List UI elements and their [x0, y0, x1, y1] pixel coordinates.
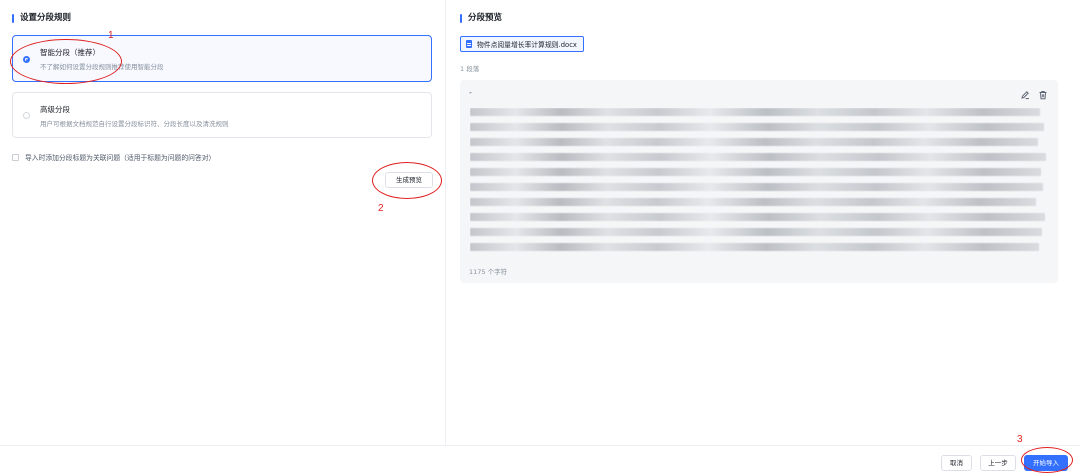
blurred-line	[470, 243, 1039, 251]
annotation-step-1: 1	[108, 30, 114, 41]
advanced-segment-desc: 用户可根据文档规范自行设置分段标识符、分段长度以及清洗规则	[40, 120, 229, 128]
blurred-line	[470, 153, 1046, 161]
advanced-segment-radio[interactable]	[23, 112, 30, 119]
annotation-circle-1	[10, 39, 122, 84]
segment-preview-title: 分段预览	[460, 13, 502, 24]
annotation-circle-2	[372, 162, 442, 199]
title-as-question-option[interactable]: 导入时添加分段标题为关联问题（适用于标题为问题的问答对）	[12, 152, 215, 162]
blurred-line	[470, 138, 1038, 146]
blurred-line	[470, 228, 1042, 236]
blurred-line	[470, 198, 1036, 206]
segment-preview-panel: 分段预览 物件点阅量增长率计算规则.docx 1 段落 - 1175 个字符	[446, 0, 1080, 445]
segment-rules-title: 设置分段规则	[12, 13, 71, 24]
file-tab[interactable]: 物件点阅量增长率计算规则.docx	[460, 36, 584, 52]
segment-card: - 1175 个字符	[460, 80, 1058, 283]
cancel-button[interactable]: 取消	[941, 455, 972, 471]
segment-heading: -	[469, 88, 472, 97]
title-as-question-label: 导入时添加分段标题为关联问题（适用于标题为问题的问答对）	[25, 154, 216, 162]
blurred-line	[470, 213, 1045, 221]
annotation-step-2: 2	[378, 203, 384, 214]
annotation-circle-3	[1021, 447, 1073, 473]
file-name: 物件点阅量增长率计算规则.docx	[477, 41, 577, 49]
blurred-line	[470, 108, 1040, 116]
segment-char-count: 1175 个字符	[469, 268, 508, 276]
delete-icon[interactable]	[1038, 90, 1048, 100]
segment-count: 1 段落	[460, 65, 480, 73]
previous-step-button[interactable]: 上一步	[980, 455, 1016, 471]
advanced-segment-option[interactable]: 高级分段 用户可根据文档规范自行设置分段标识符、分段长度以及清洗规则	[12, 92, 432, 138]
annotation-step-3: 3	[1017, 434, 1023, 445]
edit-icon[interactable]	[1020, 90, 1030, 100]
blurred-line	[470, 183, 1043, 191]
title-as-question-checkbox[interactable]	[12, 153, 19, 161]
footer-bar: 取消 上一步 开始导入	[0, 445, 1080, 475]
blurred-line	[470, 168, 1041, 176]
document-icon	[466, 40, 472, 48]
blurred-line	[470, 123, 1044, 131]
segment-content-blurred	[470, 108, 1050, 258]
advanced-segment-title: 高级分段	[40, 105, 70, 114]
